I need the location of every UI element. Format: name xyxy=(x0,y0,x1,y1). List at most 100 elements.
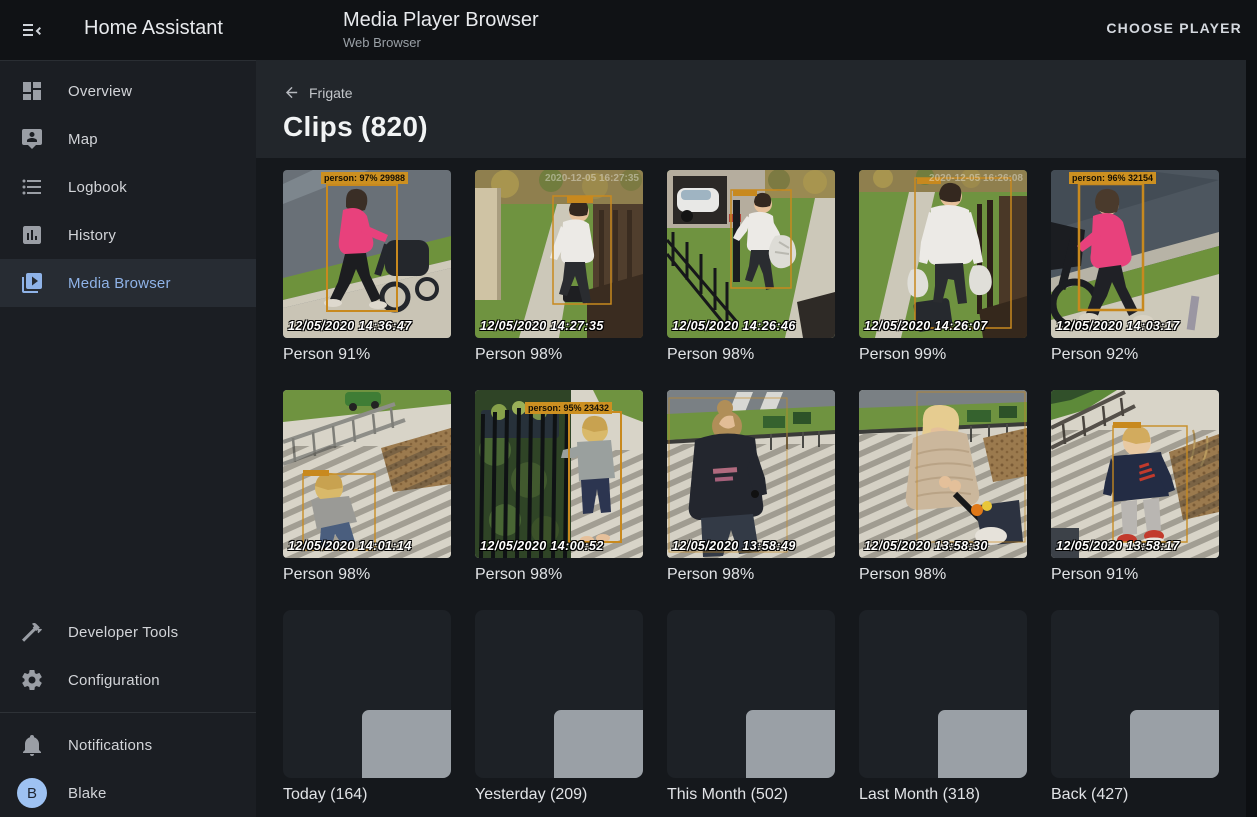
clip-label: Person 98% xyxy=(667,566,835,584)
sidebar-item-developer-tools[interactable]: Developer Tools xyxy=(0,608,256,656)
folder-tile xyxy=(475,610,643,778)
clip-timestamp: 12/05/2020 14:36:47 xyxy=(288,319,412,333)
clip-card[interactable]: 2020-12-05 16:27:35 12/05/2020 14:27:35 … xyxy=(475,170,643,364)
clip-timestamp: 12/05/2020 13:58:17 xyxy=(1056,539,1180,553)
clip-scene-toddler-shadows xyxy=(283,390,451,558)
sidebar-item-label: Media Browser xyxy=(68,275,171,292)
sidebar-item-media-browser[interactable]: Media Browser xyxy=(0,259,256,307)
clips-grid: person: 97% 29988 12/05/2020 14:36:47 Pe… xyxy=(256,158,1257,804)
folder-card-this-month[interactable]: This Month (502) xyxy=(667,610,835,804)
sidebar-item-history[interactable]: History xyxy=(0,211,256,259)
clip-timestamp: 12/05/2020 14:00:52 xyxy=(480,539,604,553)
camera-overlay-timestamp: 2020-12-05 16:26:08 xyxy=(929,173,1023,184)
folder-tile xyxy=(1051,610,1219,778)
clip-scene-man-bags xyxy=(859,170,1027,338)
gear-icon xyxy=(20,668,44,692)
clip-scene-toddler-fence xyxy=(475,390,643,558)
video-camera-icon xyxy=(1109,668,1161,720)
bell-icon xyxy=(20,733,44,757)
clip-thumbnail: person: 97% 29988 12/05/2020 14:36:47 xyxy=(283,170,451,338)
folder-tile xyxy=(667,610,835,778)
clip-card[interactable]: 12/05/2020 14:01:14 Person 98% xyxy=(283,390,451,584)
sidebar-divider xyxy=(0,712,256,713)
choose-player-button[interactable]: CHOOSE PLAYER xyxy=(1106,20,1242,36)
clip-timestamp: 12/05/2020 14:03:17 xyxy=(1056,319,1180,333)
clip-timestamp: 12/05/2020 14:27:35 xyxy=(480,319,604,333)
clip-card[interactable]: 2020-12-05 16:26:08 12/05/2020 14:26:07 … xyxy=(859,170,1027,364)
clip-timestamp: 12/05/2020 14:26:46 xyxy=(672,319,796,333)
folder-label: Last Month (318) xyxy=(859,786,1027,804)
clip-card[interactable]: 12/05/2020 13:58:30 Person 98% xyxy=(859,390,1027,584)
tooltip-account-icon xyxy=(20,127,44,151)
content-scrollbar[interactable] xyxy=(1246,60,1257,817)
clip-timestamp: 12/05/2020 14:26:07 xyxy=(864,319,988,333)
menu-open-icon xyxy=(20,18,44,42)
clip-label: Person 98% xyxy=(283,566,451,584)
content-header: Frigate Clips (820) xyxy=(256,60,1257,158)
breadcrumb-label: Frigate xyxy=(309,85,353,101)
folder-label: This Month (502) xyxy=(667,786,835,804)
clip-label: Person 98% xyxy=(475,566,643,584)
sidebar-item-label: Notifications xyxy=(68,737,152,754)
sidebar-item-label: Map xyxy=(68,131,98,148)
folder-tile xyxy=(283,610,451,778)
clip-thumbnail: 12/05/2020 13:58:17 xyxy=(1051,390,1219,558)
chart-box-icon xyxy=(20,223,44,247)
folder-card-last-month[interactable]: Last Month (318) xyxy=(859,610,1027,804)
folder-card-today[interactable]: Today (164) xyxy=(283,610,451,804)
folder-label: Today (164) xyxy=(283,786,451,804)
media-browser-content: Frigate Clips (820) xyxy=(256,60,1257,817)
arrow-left-icon xyxy=(283,84,300,101)
clip-timestamp: 12/05/2020 14:01:14 xyxy=(288,539,412,553)
sidebar-item-configuration[interactable]: Configuration xyxy=(0,656,256,704)
sidebar-toggle-button[interactable] xyxy=(20,18,44,42)
clip-card[interactable]: 12/05/2020 13:58:17 Person 91% xyxy=(1051,390,1219,584)
clip-thumbnail: 12/05/2020 13:58:30 xyxy=(859,390,1027,558)
detection-box-label: person: 95% 23432 xyxy=(525,402,612,414)
clip-scene-pink-closeup xyxy=(1051,170,1219,338)
sidebar-item-notifications[interactable]: Notifications xyxy=(0,721,256,769)
clip-thumbnail: person: 96% 32154 12/05/2020 14:03:17 xyxy=(1051,170,1219,338)
clip-scene-porch-man xyxy=(475,170,643,338)
clip-scene-boy-navy xyxy=(1051,390,1219,558)
clip-thumbnail: person: 95% 23432 12/05/2020 14:00:52 xyxy=(475,390,643,558)
list-bulleted-icon xyxy=(20,175,44,199)
clip-label: Person 91% xyxy=(1051,566,1219,584)
clip-scene-gate-man xyxy=(667,170,835,338)
sidebar-item-label: Configuration xyxy=(68,672,160,689)
app-header: Home Assistant Media Player Browser Web … xyxy=(0,0,1257,60)
clip-card[interactable]: 12/05/2020 14:26:46 Person 98% xyxy=(667,170,835,364)
folder-card-yesterday[interactable]: Yesterday (209) xyxy=(475,610,643,804)
page-title: Clips (820) xyxy=(283,111,1257,143)
video-camera-icon xyxy=(341,668,393,720)
sidebar-item-profile[interactable]: B Blake xyxy=(0,769,256,817)
clip-label: Person 98% xyxy=(859,566,1027,584)
breadcrumb-back[interactable]: Frigate xyxy=(283,84,353,101)
clip-scene-sweater-woman xyxy=(859,390,1027,558)
camera-overlay-timestamp: 2020-12-05 16:27:35 xyxy=(545,173,639,184)
clip-thumbnail: 12/05/2020 13:58:49 xyxy=(667,390,835,558)
clip-card[interactable]: person: 96% 32154 12/05/2020 14:03:17 Pe… xyxy=(1051,170,1219,364)
sidebar-item-map[interactable]: Map xyxy=(0,115,256,163)
sidebar-item-logbook[interactable]: Logbook xyxy=(0,163,256,211)
clip-card[interactable]: 12/05/2020 13:58:49 Person 98% xyxy=(667,390,835,584)
sidebar-item-label: Logbook xyxy=(68,179,127,196)
clip-card[interactable]: person: 95% 23432 12/05/2020 14:00:52 Pe… xyxy=(475,390,643,584)
clip-scene-pink-walker xyxy=(283,170,451,338)
app-title: Home Assistant xyxy=(84,17,223,40)
folder-label: Back (427) xyxy=(1051,786,1219,804)
view-dashboard-icon xyxy=(20,79,44,103)
play-box-multiple-icon xyxy=(20,271,44,295)
detection-box-label: person: 97% 29988 xyxy=(321,172,408,184)
page-heading: Media Player Browser xyxy=(343,9,539,32)
folder-card-back[interactable]: Back (427) xyxy=(1051,610,1219,804)
sidebar-item-label: Overview xyxy=(68,83,132,100)
sidebar-item-label: Developer Tools xyxy=(68,624,178,641)
clip-card[interactable]: person: 97% 29988 12/05/2020 14:36:47 Pe… xyxy=(283,170,451,364)
clip-thumbnail: 12/05/2020 14:01:14 xyxy=(283,390,451,558)
page-subheading: Web Browser xyxy=(343,35,539,50)
avatar: B xyxy=(17,778,47,808)
hammer-icon xyxy=(20,620,44,644)
sidebar-item-overview[interactable]: Overview xyxy=(0,67,256,115)
clip-timestamp: 12/05/2020 13:58:30 xyxy=(864,539,988,553)
